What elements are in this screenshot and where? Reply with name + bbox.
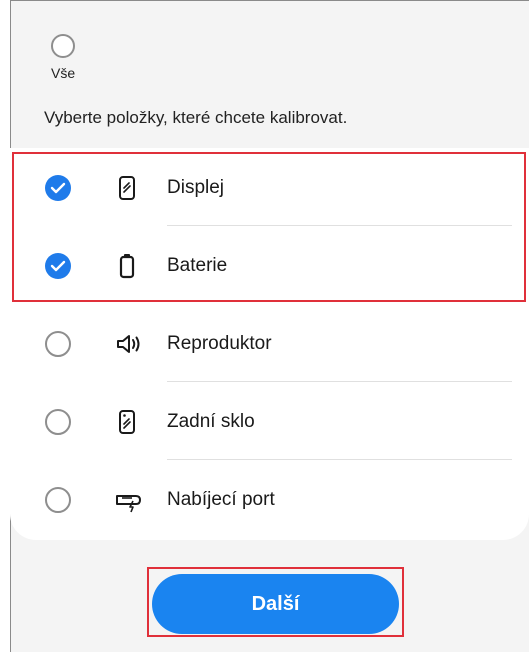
speaker-icon bbox=[114, 330, 140, 358]
empty-radio-icon[interactable] bbox=[45, 409, 71, 435]
back-glass-icon bbox=[114, 408, 140, 436]
charging-port-icon bbox=[114, 486, 141, 514]
select-all-radio[interactable] bbox=[51, 34, 75, 58]
item-label: Reproduktor bbox=[167, 333, 272, 354]
select-all-option[interactable]: Vše bbox=[38, 34, 88, 81]
instruction-text: Vyberte položky, které chcete kalibrovat… bbox=[44, 108, 348, 127]
select-all-label: Vše bbox=[51, 65, 76, 81]
item-label: Zadní sklo bbox=[167, 411, 255, 432]
list-item-zadni-sklo[interactable]: Zadní sklo bbox=[10, 382, 529, 460]
list-item-nabijeci-port[interactable]: Nabíjecí port bbox=[10, 460, 529, 538]
list-item-reproduktor[interactable]: Reproduktor bbox=[10, 304, 529, 382]
highlight-selected-items bbox=[12, 152, 526, 302]
empty-radio-icon[interactable] bbox=[45, 331, 71, 357]
item-label: Nabíjecí port bbox=[167, 489, 275, 510]
next-button[interactable]: Další bbox=[152, 574, 399, 634]
empty-radio-icon[interactable] bbox=[45, 487, 71, 513]
